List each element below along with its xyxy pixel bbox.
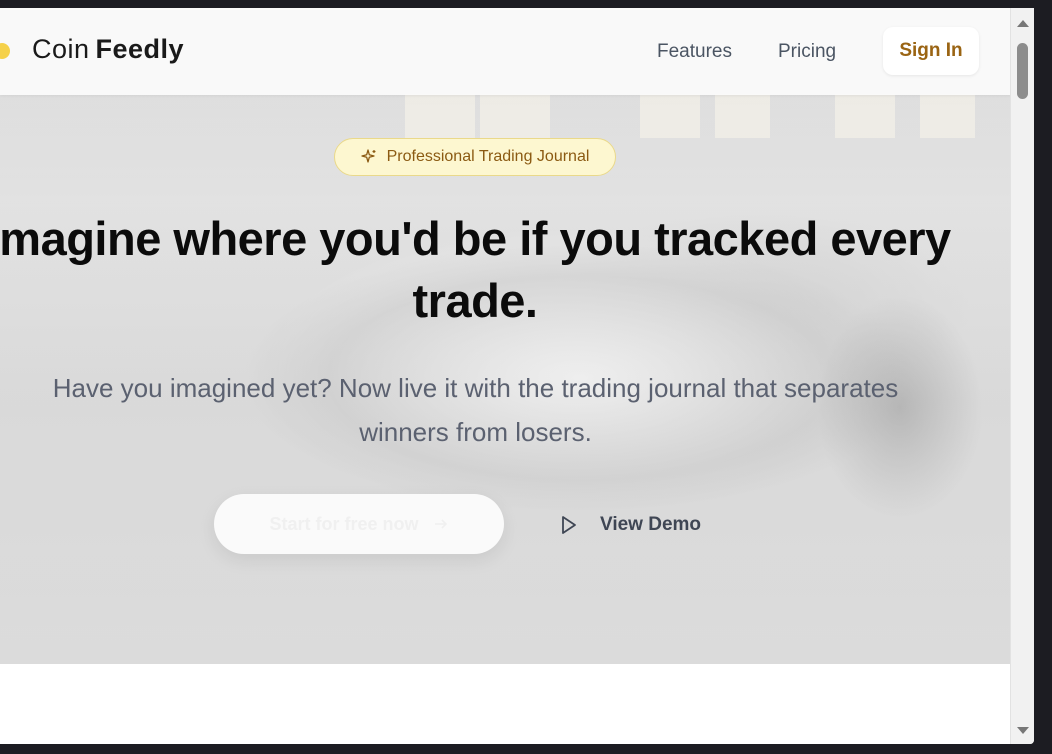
view-demo-button[interactable]: View Demo [560,508,701,542]
top-navbar: Coin Feedly Features Pricing Sign In [0,8,1011,95]
sign-in-button[interactable]: Sign In [883,27,979,75]
brand-name-part1: Coin [32,34,90,64]
brand-logo[interactable]: Coin Feedly [32,34,184,65]
scroll-down-arrow-icon[interactable] [1017,727,1029,734]
hero-subtext-line2: winners from losers. [359,417,592,447]
scroll-up-arrow-icon[interactable] [1017,20,1029,27]
hero-headline-line1: magine where you'd be if you tracked eve… [0,212,951,265]
arrow-right-icon [434,519,447,529]
view-demo-label: View Demo [600,514,702,535]
nav-features-link[interactable]: Features [657,41,732,63]
brand-name-part2: Feedly [95,34,185,64]
hero-badge: Professional Trading Journal [334,138,616,176]
hero-section: Professional Trading Journal magine wher… [0,8,1011,664]
hero-badge-label: Professional Trading Journal [386,148,590,165]
vertical-scrollbar[interactable] [1010,8,1034,744]
browser-window: Professional Trading Journal magine wher… [0,8,1034,744]
start-free-label: Start for free now [269,513,419,534]
hero-subtext: Have you imagined yet? Now live it with … [0,366,951,454]
play-icon [562,516,576,534]
below-hero-section [0,664,1011,744]
sparkle-icon [360,149,376,163]
scrollbar-thumb[interactable] [1017,43,1028,99]
hero-headline: magine where you'd be if you tracked eve… [0,208,990,332]
start-free-button[interactable]: Start for free now [214,494,504,554]
hero-subtext-line1: Have you imagined yet? Now live it with … [52,373,899,403]
logo-icon[interactable] [0,43,10,59]
landing-page: Professional Trading Journal magine wher… [0,8,1011,744]
nav-pricing-link[interactable]: Pricing [778,41,836,63]
hero-headline-line2: trade. [412,274,539,327]
